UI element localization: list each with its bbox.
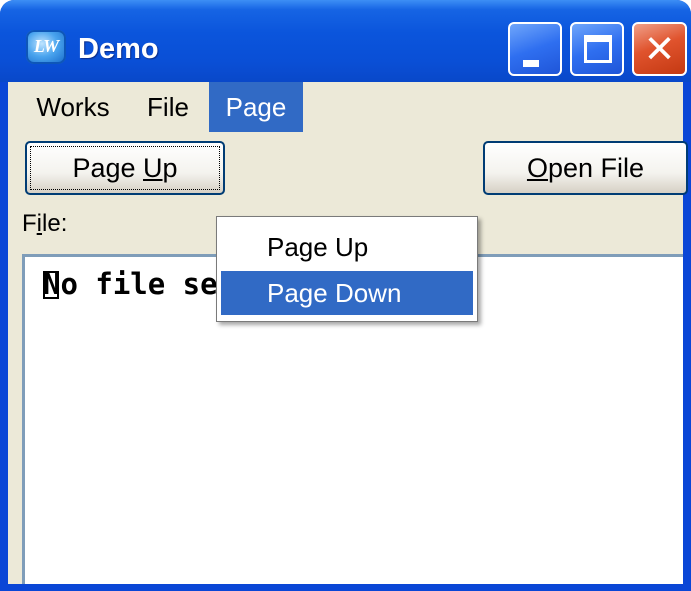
title-bar[interactable]: LW Demo ✕	[0, 0, 691, 82]
file-label-pre: F	[22, 210, 37, 237]
app-icon[interactable]: LW	[26, 30, 66, 64]
maximize-icon	[584, 35, 612, 63]
app-icon-letters: LW	[33, 36, 59, 56]
minimize-icon	[523, 60, 539, 67]
menu-page[interactable]: Page	[209, 82, 303, 132]
page-up-button-label-post: p	[162, 153, 178, 183]
close-icon: ✕	[643, 27, 676, 71]
page-up-button-label-pre: Page	[72, 153, 144, 183]
close-button[interactable]: ✕	[632, 22, 687, 76]
open-file-button-label-post: pen File	[547, 153, 645, 183]
menu-bar: Works File Page	[8, 82, 683, 132]
file-label-post: le:	[42, 210, 68, 237]
menu-item-page-up[interactable]: Page Up	[221, 225, 473, 269]
menu-item-page-down[interactable]: Page Down	[221, 271, 473, 315]
maximize-button[interactable]	[570, 22, 624, 76]
file-label: File:	[22, 210, 67, 238]
client-area: Works File Page Page Up Open File File: …	[8, 82, 688, 584]
app-window: LW Demo ✕ Works File Page Page Up Open F…	[0, 0, 691, 591]
page-menu-dropdown: Page Up Page Down	[216, 216, 478, 322]
menu-file[interactable]: File	[136, 82, 200, 132]
page-up-button-mnemonic: U	[143, 153, 163, 183]
open-file-button-mnemonic: O	[526, 153, 548, 183]
menu-works[interactable]: Works	[24, 82, 122, 132]
page-up-button[interactable]: Page Up	[25, 141, 225, 195]
minimize-button[interactable]	[508, 22, 562, 76]
open-file-button[interactable]: Open File	[483, 141, 688, 195]
window-title: Demo	[78, 33, 159, 65]
